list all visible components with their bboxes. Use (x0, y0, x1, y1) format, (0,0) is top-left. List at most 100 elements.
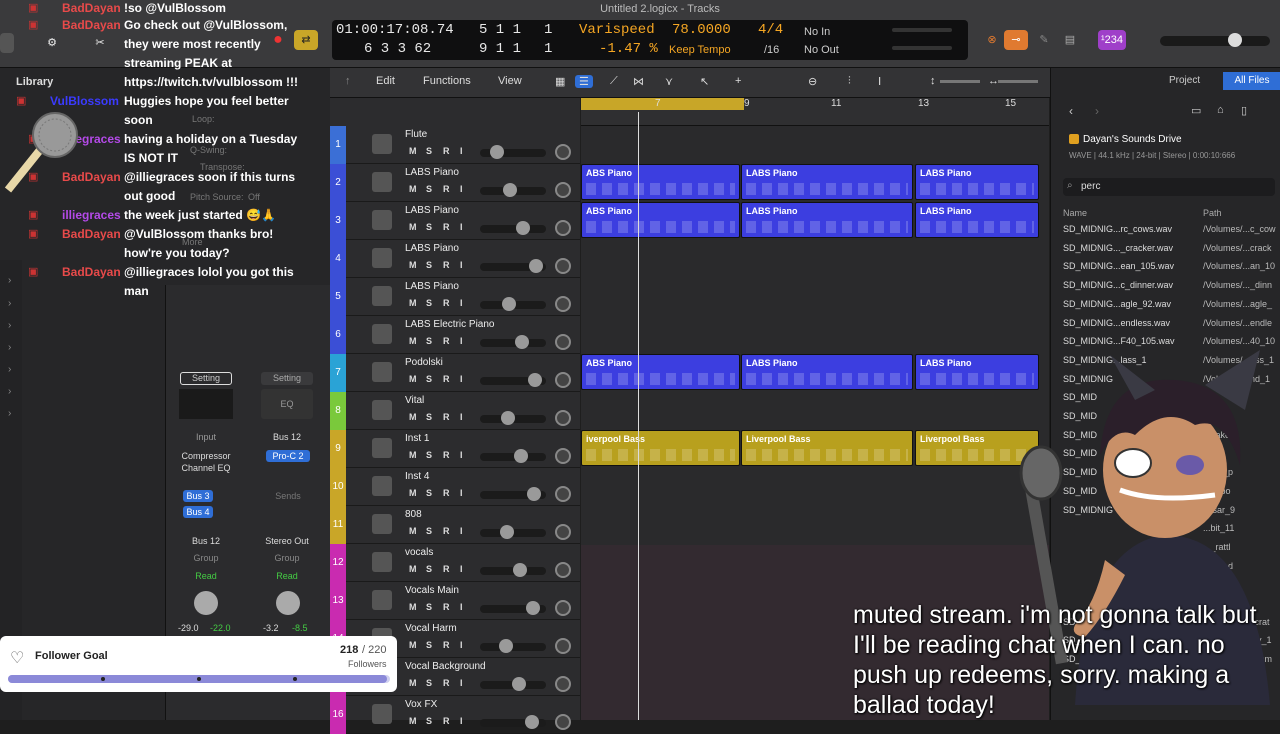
pan-knob[interactable] (555, 410, 571, 426)
pencil-icon[interactable]: ✎ (1032, 30, 1056, 50)
master-volume-slider[interactable] (1160, 36, 1270, 46)
track-name[interactable]: LABS Piano (405, 205, 459, 216)
catch-icon[interactable]: ⊖ (808, 75, 817, 88)
record-enable-button[interactable]: R (443, 678, 450, 688)
tempo-value[interactable]: 78.0000 (672, 22, 731, 38)
varispeed-label[interactable]: Varispeed (579, 22, 655, 38)
volume-fader-knob[interactable] (512, 677, 526, 691)
bus3-send[interactable]: Bus 3 (183, 490, 213, 502)
file-name[interactable]: SD_MIDNIG...rc_cows.wav (1063, 224, 1172, 234)
mute-button[interactable]: M (409, 526, 417, 536)
pan-knob[interactable] (555, 524, 571, 540)
file-name[interactable]: SD_MIDNIG...endless.wav (1063, 318, 1170, 328)
playhead[interactable] (638, 112, 639, 720)
pan-knob[interactable] (555, 258, 571, 274)
track-name[interactable]: Podolski (405, 357, 443, 368)
mute-button[interactable]: M (409, 374, 417, 384)
waveform-zoom-icon[interactable]: ⫶ (848, 75, 851, 88)
compressor-plugin[interactable]: Compressor (176, 450, 236, 462)
tab-project[interactable]: Project (1169, 75, 1200, 86)
solo-button[interactable]: S (426, 564, 432, 574)
record-enable-button[interactable]: R (443, 640, 450, 650)
pan-knob[interactable] (555, 334, 571, 350)
vertical-zoom-icon[interactable]: Ⅰ (878, 75, 881, 88)
input-monitor-button[interactable]: I (460, 374, 463, 384)
edit-menu[interactable]: Edit (376, 75, 395, 87)
record-enable-button[interactable]: R (443, 146, 450, 156)
mute-button[interactable]: M (409, 146, 417, 156)
file-name[interactable]: SD_MIDNIG...agle_92.wav (1063, 299, 1171, 309)
back-icon[interactable]: ↑ (345, 75, 351, 87)
mute-button[interactable]: M (409, 640, 417, 650)
track-header[interactable]: 4 LABS Piano M S R I (330, 240, 580, 278)
track-name[interactable]: Vocal Background (405, 661, 486, 672)
master-volume-knob[interactable] (1228, 33, 1242, 47)
track-name[interactable]: LABS Piano (405, 167, 459, 178)
input-monitor-button[interactable]: I (460, 146, 463, 156)
chevron-right-icon[interactable]: › (8, 364, 11, 375)
mute-button[interactable]: M (409, 260, 417, 270)
list-view-icon[interactable]: ☰ (575, 75, 593, 88)
mute-button[interactable]: M (409, 336, 417, 346)
pan-knob-left[interactable] (194, 591, 218, 615)
pan-knob[interactable] (555, 144, 571, 160)
record-enable-button[interactable]: R (443, 602, 450, 612)
solo-button[interactable]: S (426, 450, 432, 460)
track-name[interactable]: Vox FX (405, 699, 437, 710)
track-name[interactable]: Inst 1 (405, 433, 429, 444)
volume-fader-knob[interactable] (490, 145, 504, 159)
cycle-range[interactable] (581, 98, 744, 110)
forward-arrow-icon[interactable]: › (1095, 104, 1099, 118)
volume-fader-knob[interactable] (525, 715, 539, 729)
volume-fader-knob[interactable] (503, 183, 517, 197)
chevron-right-icon[interactable]: › (8, 408, 11, 419)
pan-knob[interactable] (555, 486, 571, 502)
track-name[interactable]: LABS Piano (405, 243, 459, 254)
volume-fader-knob[interactable] (527, 487, 541, 501)
volume-fader-knob[interactable] (515, 335, 529, 349)
pan-knob[interactable] (555, 714, 571, 730)
home-icon[interactable]: ⌂ (1217, 104, 1224, 116)
mute-button[interactable]: M (409, 412, 417, 422)
midi-region[interactable]: LABS Piano (741, 202, 913, 238)
pan-knob-right[interactable] (276, 591, 300, 615)
midi-region[interactable]: LABS Piano (741, 354, 913, 390)
channel-eq-plugin[interactable]: Channel EQ (176, 462, 236, 474)
volume-fader-knob[interactable] (516, 221, 530, 235)
record-enable-button[interactable]: R (443, 298, 450, 308)
input-slot[interactable]: Input (180, 431, 232, 444)
document-icon[interactable]: ▯ (1241, 104, 1247, 117)
mute-button[interactable]: M (409, 298, 417, 308)
horizontal-zoom-slider[interactable] (998, 80, 1038, 83)
view-menu[interactable]: View (498, 75, 522, 87)
track-header[interactable]: 10 Inst 4 MS RI (330, 468, 580, 506)
division[interactable]: /16 (764, 44, 779, 56)
mute-button[interactable]: M (409, 564, 417, 574)
volume-fader-knob[interactable] (514, 449, 528, 463)
track-header[interactable]: 11 808 M S R I (330, 506, 580, 544)
pan-knob[interactable] (555, 600, 571, 616)
solo-button[interactable]: S (426, 488, 432, 498)
midi-region[interactable]: LABS Piano (741, 164, 913, 200)
group-right[interactable]: Group (261, 552, 313, 564)
midi-region[interactable]: iverpool Bass (581, 430, 740, 466)
tab-all-files[interactable]: All Files (1223, 72, 1280, 90)
midi-region[interactable]: Liverpool Bass (741, 430, 913, 466)
track-name[interactable]: vocals (405, 547, 433, 558)
solo-button[interactable]: S (426, 678, 432, 688)
input-monitor-button[interactable]: I (460, 564, 463, 574)
track-header[interactable]: 8 Vital M S R I (330, 392, 580, 430)
time-signature[interactable]: 4/4 (758, 22, 783, 38)
record-enable-button[interactable]: R (443, 222, 450, 232)
tuner-icon[interactable]: ⊸ (1004, 30, 1028, 50)
output-left[interactable]: Bus 12 (180, 535, 232, 547)
track-name[interactable]: 808 (405, 509, 422, 520)
metronome-icon[interactable]: ▤ (1058, 30, 1082, 50)
pan-knob[interactable] (555, 220, 571, 236)
track-header[interactable]: 3 LABS Piano M S R I (330, 202, 580, 240)
search-field[interactable]: ⌕ perc (1063, 178, 1275, 196)
grid-view-icon[interactable]: ▦ (555, 75, 565, 88)
mute-button[interactable]: M (409, 450, 417, 460)
solo-button[interactable]: S (426, 602, 432, 612)
automation-icon[interactable]: ⟋ (610, 75, 618, 88)
